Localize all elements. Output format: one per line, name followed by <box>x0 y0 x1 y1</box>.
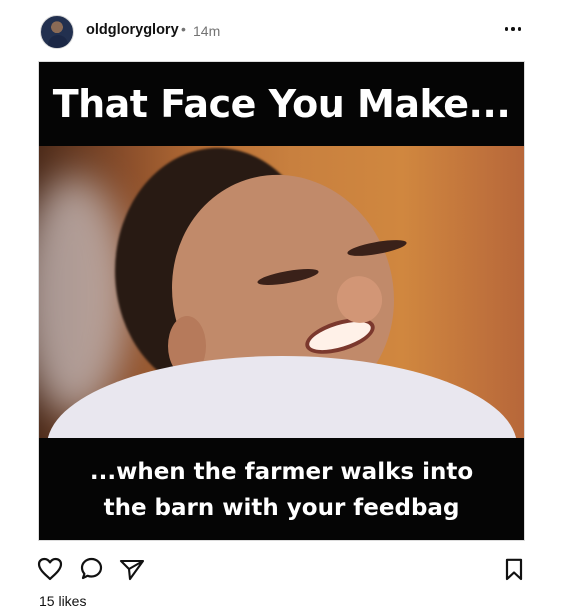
comment-bubble-icon[interactable] <box>79 556 104 581</box>
meme-bottom-line-1: ...when the farmer walks into <box>89 459 474 485</box>
post-image[interactable]: That Face You Make... ...when the farmer… <box>38 61 525 541</box>
bookmark-icon[interactable] <box>503 557 525 582</box>
meme-top-caption: That Face You Make... <box>52 82 511 126</box>
dot <box>504 27 509 31</box>
meme-photo <box>39 146 524 438</box>
meme-bottom-caption: ...when the farmer walks into the barn w… <box>39 438 524 540</box>
profile-avatar[interactable] <box>40 15 74 49</box>
likes-count[interactable]: 15 likes <box>39 593 86 609</box>
background-blur-left <box>39 176 129 416</box>
username[interactable]: oldgloryglory <box>86 22 179 38</box>
more-options-icon[interactable] <box>501 21 525 37</box>
separator-dot: • <box>181 21 186 37</box>
dot <box>511 27 515 31</box>
post-time: 14m <box>193 23 221 39</box>
dot <box>517 27 522 31</box>
post-header: oldgloryglory • 14m <box>0 0 581 60</box>
post-actions <box>0 552 581 584</box>
meme-bottom-line-2: the barn with your feedbag <box>103 495 460 521</box>
send-paper-plane-icon[interactable] <box>118 557 146 582</box>
heart-icon[interactable] <box>37 557 63 581</box>
